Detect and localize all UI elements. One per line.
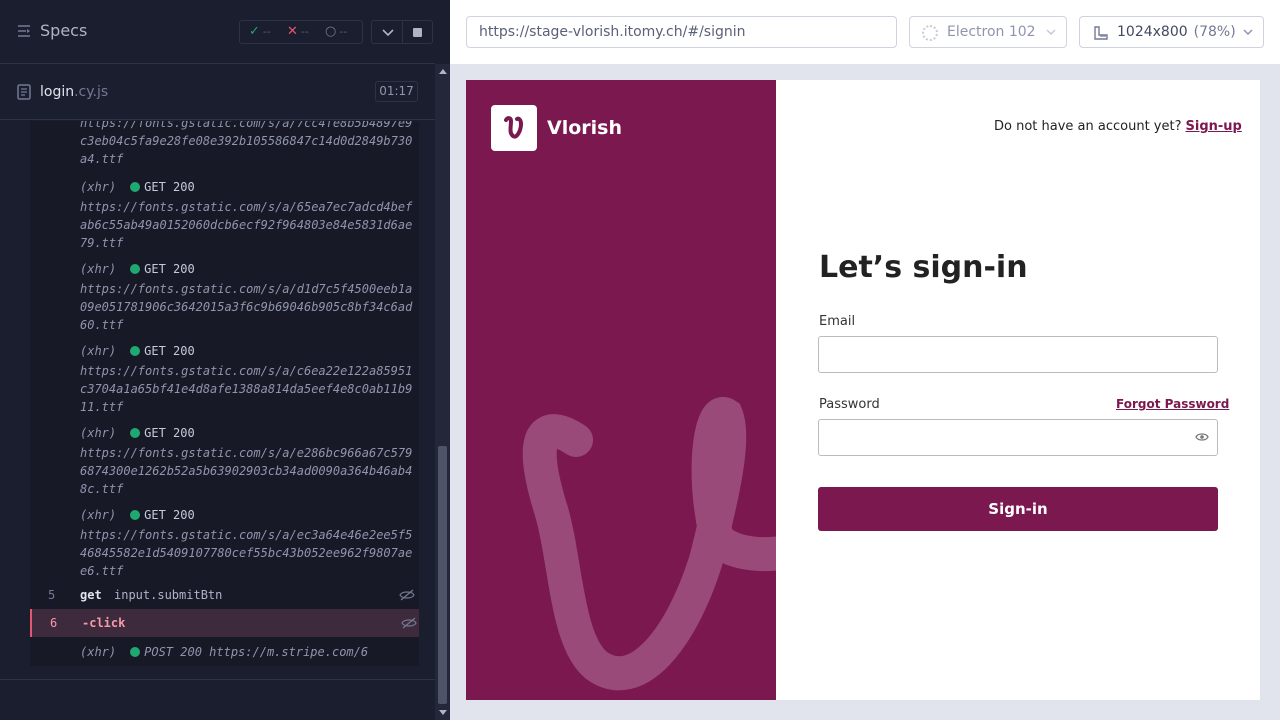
command-row-click[interactable]: 6 -click [30,609,419,637]
divider [0,679,435,680]
chevron-down-icon [1243,29,1253,35]
scroll-down-icon[interactable] [439,710,447,715]
brand-watermark-icon [522,396,776,691]
command-list: https://fonts.gstatic.com/s/a/7cc4fe8b5b… [30,121,419,666]
log-url: https://fonts.gstatic.com/s/a/65ea7ec7ad… [80,200,413,250]
status-dot-icon [130,428,141,438]
log-url: https://fonts.gstatic.com/s/a/ec3a64e46e… [80,528,413,578]
log-url: https://fonts.gstatic.com/s/a/d1d7c5f450… [80,282,413,332]
scroll-thumb[interactable] [438,446,447,704]
stop-icon [413,28,422,37]
passed-count: ✓ -- [249,24,271,39]
failed-count: ✕ -- [287,24,309,39]
signup-prompt: Do not have an account yet? Sign-up [994,119,1242,134]
log-header: (xhr) GET 200 [80,180,195,194]
status-dot-icon [130,510,141,520]
viewport-select[interactable]: 1024x800 (78%) [1079,16,1264,48]
log-header: (xhr) GET 200 [80,426,195,440]
status-dot-icon [130,182,141,192]
status-dot-icon [130,346,141,356]
test-stats: ✓ -- ✕ -- ○ -- [239,20,363,44]
specs-header: Specs ✓ -- ✕ -- ○ -- [0,0,435,64]
password-label: Password [819,397,880,412]
chevron-down-icon [1046,29,1056,35]
page-title: Let’s sign-in [819,250,1028,285]
eye-slash-icon[interactable] [399,589,415,601]
app-preview-panel: Electron 102 1024x800(78%) Vlorish [450,0,1280,720]
ruler-icon [1094,26,1108,40]
log-url: https://fonts.gstatic.com/s/a/7cc4fe8b5b… [80,121,413,166]
scroll-up-icon[interactable] [439,69,447,74]
app-frame: Vlorish Do not have an account yet? Sign-… [466,80,1260,700]
browser-select[interactable]: Electron 102 [909,16,1067,48]
url-bar[interactable] [466,16,897,48]
scrollbar[interactable] [435,64,450,720]
collapse-button[interactable] [371,20,403,44]
pending-count: ○ -- [325,24,348,39]
log-header: (xhr) GET 200 [80,344,195,358]
stop-button[interactable] [403,20,433,44]
brand-panel: Vlorish [466,80,776,700]
electron-icon [922,25,938,41]
email-label: Email [819,314,856,329]
aut-toolbar: Electron 102 1024x800(78%) [450,0,1280,64]
sign-in-button[interactable]: Sign-in [818,487,1218,531]
command-log-panel: Specs ✓ -- ✕ -- ○ -- login.cy.js 01:17 http… [0,0,450,720]
eye-icon[interactable] [1195,432,1209,442]
spinner-icon: ○ [325,24,337,39]
log-url: https://fonts.gstatic.com/s/a/c6ea22e122… [80,364,413,414]
spec-duration: 01:17 [375,81,418,102]
status-dot-icon [130,647,141,657]
document-icon [17,84,31,100]
x-icon: ✕ [287,24,298,39]
check-icon: ✓ [249,24,260,39]
eye-slash-icon[interactable] [401,617,417,629]
command-row-get[interactable]: 5 get input.submitBtn [30,581,419,609]
log-header: (xhr) POST 200 https://m.stripe.com/6 [80,645,369,659]
chevron-down-icon [382,29,394,37]
log-header: (xhr) GET 200 [80,508,195,522]
signup-link[interactable]: Sign-up [1186,119,1242,134]
log-url: https://fonts.gstatic.com/s/a/e286bc966a… [80,446,413,496]
specs-list-icon[interactable] [16,23,32,39]
password-field[interactable] [818,419,1218,456]
status-dot-icon [130,264,141,274]
log-header: (xhr) GET 200 [80,262,195,276]
email-field[interactable] [818,336,1218,373]
specs-title[interactable]: Specs [40,21,87,40]
spec-file-name[interactable]: login.cy.js [40,84,108,100]
forgot-password-link[interactable]: Forgot Password [1116,397,1229,411]
spec-file-header: login.cy.js 01:17 [0,65,435,120]
